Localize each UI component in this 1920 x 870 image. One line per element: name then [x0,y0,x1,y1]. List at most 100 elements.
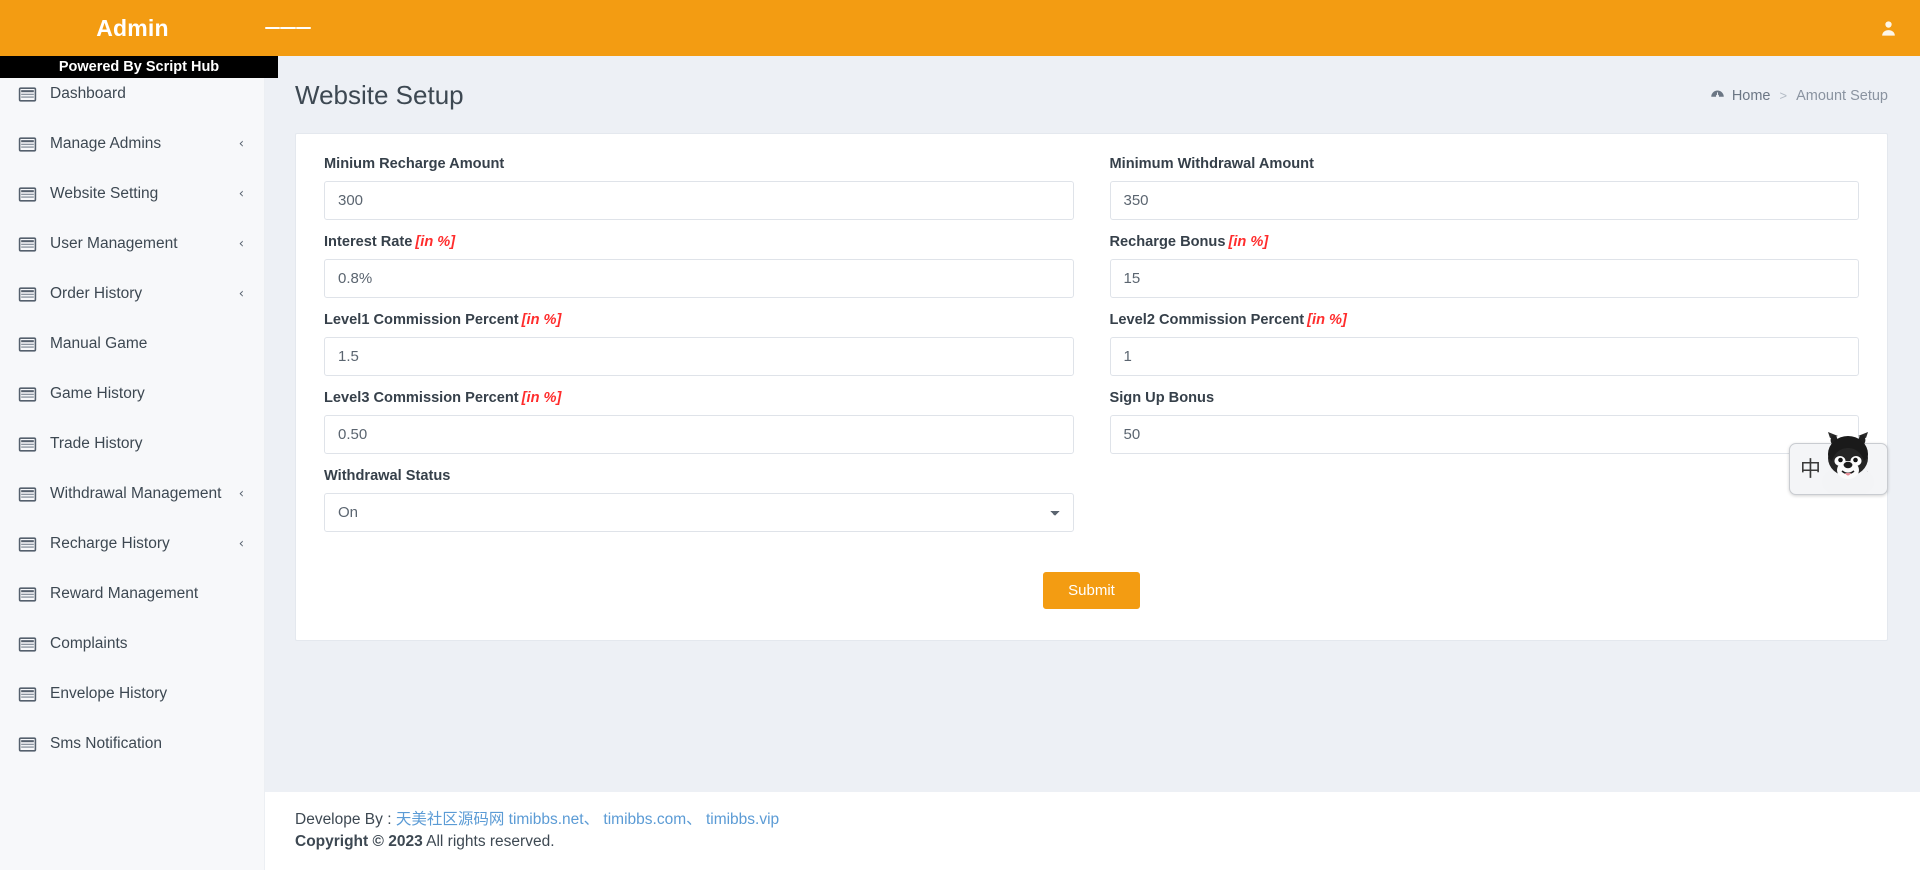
sidebar-item-label: Dashboard [50,85,126,102]
website-setup-card: Minium Recharge Amount Minimum Withdrawal… [295,133,1888,641]
page-footer: Develope By : 天美社区源码网 timibbs.net 、 timib… [265,792,1920,870]
footer-link[interactable]: timibbs.net [509,811,584,828]
field-label-text: Minium Recharge Amount [324,156,505,172]
chevron-left-icon[interactable]: ‹ [239,487,244,502]
sidebar-item-complaints[interactable]: Complaints [0,630,264,658]
list-table-icon [18,536,37,552]
list-table-icon [18,386,37,402]
withdrawal-status-select[interactable]: OnOff [324,493,1074,532]
field-label-text: Interest Rate [324,234,413,250]
sidebar-item-label: Trade History [50,435,143,452]
sidebar-item-trade-history[interactable]: Trade History [0,430,264,458]
field-input[interactable] [324,259,1074,298]
husky-dog-avatar-icon [1822,432,1874,494]
form-group: Level3 Commission Percent [in %] [324,390,1074,454]
page-header: Website Setup Home > Amount Setup [265,56,1920,133]
form-group: Level1 Commission Percent [in %] [324,312,1074,376]
footer-link-separator: 、 [686,811,702,828]
field-input[interactable] [324,181,1074,220]
sidebar-item-order-history[interactable]: Order History ‹ [0,280,264,308]
chevron-left-icon[interactable]: ‹ [239,287,244,302]
chevron-left-icon[interactable]: ‹ [239,237,244,252]
footer-developed-prefix: Develope By : [295,811,396,828]
sidebar-item-label: Sms Notification [50,735,162,752]
breadcrumb-separator: > [1779,88,1788,103]
footer-developer-cn[interactable]: 天美社区源码网 [396,811,505,828]
hamburger-bar [295,26,311,30]
hamburger-bar [265,26,281,30]
field-label: Sign Up Bonus [1110,390,1860,406]
footer-link[interactable]: timibbs.com [603,811,686,828]
sidebar-nav-list: Dashboard Manage Admins ‹ Website Setting ‹ U… [0,56,264,758]
field-input[interactable] [324,337,1074,376]
field-label: Minium Recharge Amount [324,156,1074,172]
chevron-left-icon[interactable]: ‹ [239,187,244,202]
brand-logo[interactable]: Admin [0,0,265,56]
field-label-hint: [in %] [1228,234,1269,250]
form-group: Minium Recharge Amount [324,156,1074,220]
sidebar-item-manage-admins[interactable]: Manage Admins ‹ [0,130,264,158]
sidebar-item-manual-game[interactable]: Manual Game [0,330,264,358]
sidebar-item-website-setting[interactable]: Website Setting ‹ [0,180,264,208]
sidebar-item-recharge-history[interactable]: Recharge History ‹ [0,530,264,558]
list-table-icon [18,136,37,152]
field-label-hint: [in %] [415,234,456,250]
sidebar: Dashboard Manage Admins ‹ Website Setting ‹ U… [0,56,265,870]
dashboard-icon [1711,90,1724,98]
sidebar-item-game-history[interactable]: Game History [0,380,264,408]
field-input[interactable] [1109,415,1859,454]
list-table-icon [18,736,37,752]
field-label: Interest Rate [in %] [324,234,1074,250]
field-label: Withdrawal Status [324,468,1074,484]
footer-link[interactable]: timibbs.vip [706,811,779,828]
chevron-left-icon[interactable]: ‹ [239,137,244,152]
list-table-icon [18,236,37,252]
list-table-icon [18,86,37,102]
footer-copyright-rest: All rights reserved. [422,833,555,850]
field-label-text: Withdrawal Status [324,468,451,484]
field-input[interactable] [324,415,1074,454]
form-group: Interest Rate [in %] [324,234,1074,298]
field-label-text: Sign Up Bonus [1109,390,1215,406]
field-label-hint: [in %] [1307,312,1347,328]
sidebar-item-user-management[interactable]: User Management ‹ [0,230,264,258]
sidebar-item-label: Recharge History [50,535,170,552]
sidebar-item-label: Manage Admins [50,135,162,152]
ime-floating-bar[interactable]: 中 °， [1789,432,1888,495]
sidebar-item-label: Envelope History [50,685,168,702]
sidebar-item-label: Order History [50,285,143,302]
sidebar-item-sms-notification[interactable]: Sms Notification [0,730,264,758]
sidebar-item-reward-management[interactable]: Reward Management [0,580,264,608]
breadcrumb: Home > Amount Setup [1710,88,1888,104]
form-group: Minimum Withdrawal Amount [1109,156,1859,220]
footer-copyright-strong: Copyright © 2023 [295,833,423,850]
list-table-icon [18,686,37,702]
list-table-icon [18,286,37,302]
field-input[interactable] [1109,181,1859,220]
field-input[interactable] [1109,337,1859,376]
breadcrumb-home-link[interactable]: Home [1710,88,1771,104]
powered-by-banner: Powered By Script Hub [0,56,278,78]
footer-developer-line: Develope By : 天美社区源码网 timibbs.net 、 timib… [295,809,1920,831]
breadcrumb-home-label: Home [1731,87,1771,104]
user-account-icon [1881,20,1895,36]
field-label-text: Level2 Commission Percent [1109,312,1305,328]
footer-copyright-line: Copyright © 2023 All rights reserved. [295,831,1920,853]
field-label-hint: [in %] [521,312,562,328]
hamburger-bar [280,26,296,30]
field-label: Level2 Commission Percent [in %] [1110,312,1860,328]
field-input[interactable] [1109,259,1859,298]
field-label: Level3 Commission Percent [in %] [324,390,1074,406]
sidebar-item-envelope-history[interactable]: Envelope History [0,680,264,708]
hamburger-menu-icon[interactable] [265,0,311,56]
field-label-hint: [in %] [521,390,562,406]
user-account-button[interactable] [1856,0,1920,56]
submit-button[interactable]: Submit [1043,572,1140,609]
sidebar-item-label: Website Setting [50,185,159,202]
footer-links: timibbs.net、 timibbs.com、 timibbs.vip [504,811,780,828]
sidebar-item-dashboard[interactable]: Dashboard [0,80,264,108]
chevron-left-icon[interactable]: ‹ [239,537,244,552]
sidebar-item-withdrawal-management[interactable]: Withdrawal Management ‹ [0,480,264,508]
list-table-icon [18,436,37,452]
field-label-text: Recharge Bonus [1109,234,1226,250]
